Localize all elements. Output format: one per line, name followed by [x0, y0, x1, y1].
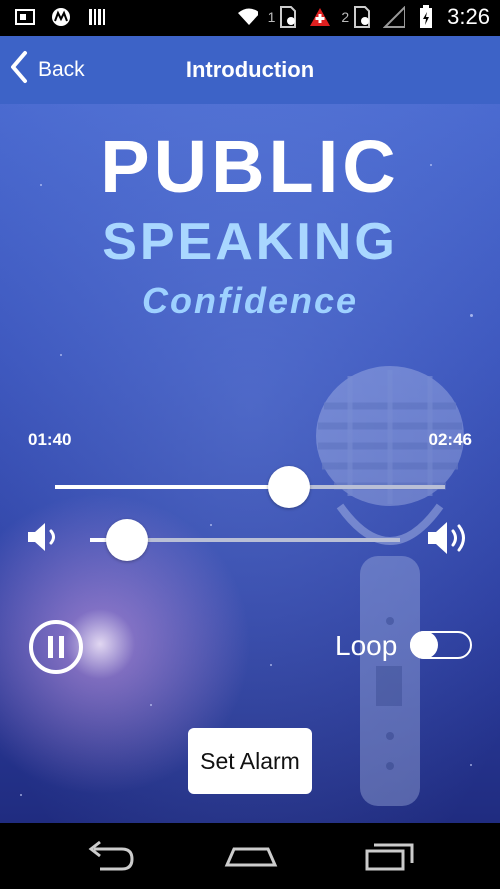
hero-title-line2: SPEAKING: [102, 213, 398, 271]
volume-low-icon: [26, 520, 64, 559]
page-title: Introduction: [185, 57, 315, 82]
seek-thumb[interactable]: [268, 466, 310, 508]
motorola-icon: [50, 6, 72, 28]
hero-title-line1: PUBLIC: [100, 125, 400, 208]
loop-toggle-knob: [410, 631, 438, 659]
sim2-icon: [351, 6, 373, 28]
nav-home-icon[interactable]: [224, 837, 278, 878]
navigation-bar: [0, 823, 500, 889]
loop-toggle[interactable]: [410, 631, 472, 659]
action-bar: Back Introduction: [0, 36, 500, 104]
wifi-icon: [236, 6, 258, 28]
nav-back-icon[interactable]: [86, 837, 136, 878]
total-time: 02:46: [428, 430, 472, 449]
set-alarm-button[interactable]: Set Alarm: [188, 728, 312, 794]
barcode-icon: [86, 6, 108, 28]
sim-icon: [277, 6, 299, 28]
nav-recents-icon[interactable]: [364, 837, 418, 878]
alert-icon: [309, 6, 331, 28]
battery-icon: [415, 5, 437, 28]
volume-high-icon: [426, 518, 476, 563]
hero-title-line3: Confidence: [141, 280, 358, 321]
pause-button[interactable]: [29, 620, 83, 674]
elapsed-time: 01:40: [28, 430, 72, 449]
status-bar: 1 2 3:26: [0, 0, 500, 36]
player-screen: PUBLIC SPEAKING Confidence 01:40 02:46 L…: [0, 104, 500, 823]
volume-thumb[interactable]: [106, 519, 149, 561]
sim2-label: 2: [341, 9, 350, 25]
volume-slider[interactable]: [90, 519, 400, 561]
loop-label: Loop: [335, 630, 398, 661]
seek-slider[interactable]: [55, 466, 445, 508]
status-time: 3:26: [447, 4, 490, 29]
seek-progress: [55, 485, 289, 489]
screenshot-icon: [14, 6, 36, 28]
pause-icon: [48, 636, 53, 658]
sim1-label: 1: [267, 9, 276, 25]
signal-icon: [383, 6, 406, 28]
